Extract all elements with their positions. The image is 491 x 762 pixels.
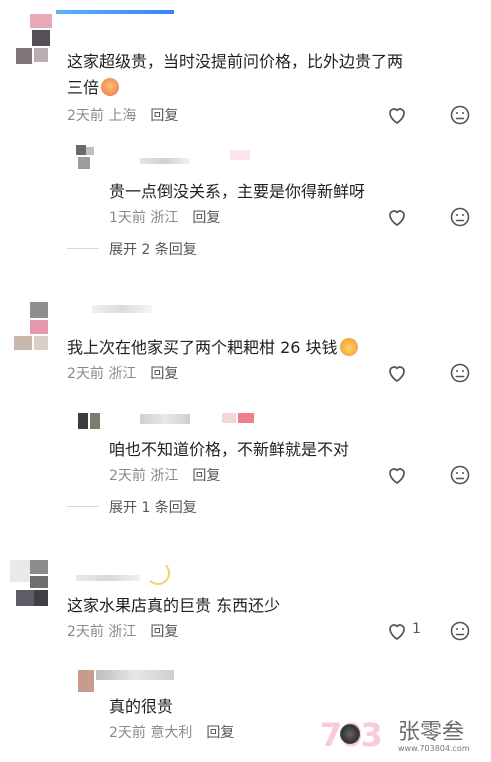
- reply-meta: 2天前 浙江 回复: [109, 465, 220, 485]
- reply-meta: 1天前 浙江 回复: [109, 207, 220, 227]
- reply-text: 咱也不知道价格，不新鲜就是不对: [109, 440, 350, 459]
- comment-text: 这家水果店真的巨贵 东西还少: [67, 596, 281, 615]
- dislike-face-icon[interactable]: [448, 619, 472, 643]
- reply-username-blurred[interactable]: [140, 158, 190, 164]
- username-badge-icon: [146, 561, 170, 585]
- reply-button[interactable]: 回复: [150, 366, 178, 382]
- comment-time: 2天前: [67, 624, 104, 640]
- comment-location: 浙江: [108, 366, 137, 382]
- comment-meta: 2天前 浙江 回复: [67, 621, 178, 641]
- reply-button[interactable]: 回复: [192, 210, 220, 226]
- crying-face-emoji-icon: [101, 78, 120, 96]
- reply-text: 真的很贵: [109, 697, 174, 716]
- avatar[interactable]: [6, 556, 50, 608]
- reply-button[interactable]: 回复: [206, 725, 234, 741]
- username-blurred[interactable]: [92, 305, 152, 313]
- dislike-face-icon[interactable]: [448, 463, 472, 487]
- comment-text: 这家超级贵，当时没提前问价格，比外边贵了两: [67, 52, 404, 71]
- reply-button[interactable]: 回复: [192, 468, 220, 484]
- username-blurred[interactable]: [76, 575, 140, 581]
- reply-location: 浙江: [150, 210, 179, 226]
- avatar[interactable]: [8, 300, 48, 352]
- expand-divider: [67, 506, 99, 507]
- comment-text-line2: 三倍: [67, 74, 120, 98]
- reply-avatar[interactable]: [78, 670, 98, 694]
- reply-avatar[interactable]: [78, 413, 100, 431]
- watermark-brand: 张零叁: [398, 720, 465, 745]
- reply-time: 1天前: [109, 210, 146, 226]
- expand-divider: [67, 248, 99, 249]
- reply-meta: 2天前 意大利 回复: [109, 722, 234, 742]
- dislike-face-icon[interactable]: [448, 205, 472, 229]
- dislike-face-icon[interactable]: [448, 103, 472, 127]
- reply-badge-blurred: [230, 150, 250, 160]
- comment-time: 2天前: [67, 366, 104, 382]
- comment-location: 上海: [108, 108, 137, 124]
- avatar[interactable]: [8, 12, 52, 64]
- reply-avatar[interactable]: [76, 145, 96, 171]
- reply-time: 2天前: [109, 468, 146, 484]
- expand-replies-button[interactable]: 展开 2 条回复: [109, 239, 197, 259]
- expand-replies-button[interactable]: 展开 1 条回复: [109, 497, 197, 517]
- comment-time: 2天前: [67, 108, 104, 124]
- like-heart-icon[interactable]: [385, 205, 409, 229]
- reply-badge-blurred: [222, 413, 254, 423]
- watermark: 703 张零叁 www.703804.com: [320, 712, 485, 758]
- comment-meta: 2天前 浙江 回复: [67, 363, 178, 383]
- tangerine-face-emoji-icon: [339, 338, 358, 356]
- comment-meta: 2天前 上海 回复: [67, 105, 178, 125]
- reply-username-blurred[interactable]: [140, 414, 190, 424]
- reply-text: 贵一点倒没关系，主要是你得新鲜呀: [109, 182, 366, 201]
- like-heart-icon[interactable]: [385, 619, 409, 643]
- comment-text: 我上次在他家买了两个耙耙柑 26 块钱: [67, 334, 358, 358]
- comment-location: 浙江: [108, 624, 137, 640]
- reply-time: 2天前: [109, 725, 146, 741]
- reply-button[interactable]: 回复: [150, 624, 178, 640]
- reply-button[interactable]: 回复: [150, 108, 178, 124]
- username-blurred[interactable]: [56, 10, 174, 14]
- dislike-face-icon[interactable]: [448, 361, 472, 385]
- reply-location: 浙江: [150, 468, 179, 484]
- like-count: 1: [412, 621, 421, 637]
- reply-location: 意大利: [150, 725, 193, 741]
- watermark-url: www.703804.com: [398, 744, 470, 753]
- like-heart-icon[interactable]: [385, 463, 409, 487]
- like-heart-icon[interactable]: [385, 103, 409, 127]
- like-heart-icon[interactable]: [385, 361, 409, 385]
- reply-username-blurred[interactable]: [96, 670, 174, 680]
- watermark-logo: 703: [320, 716, 394, 754]
